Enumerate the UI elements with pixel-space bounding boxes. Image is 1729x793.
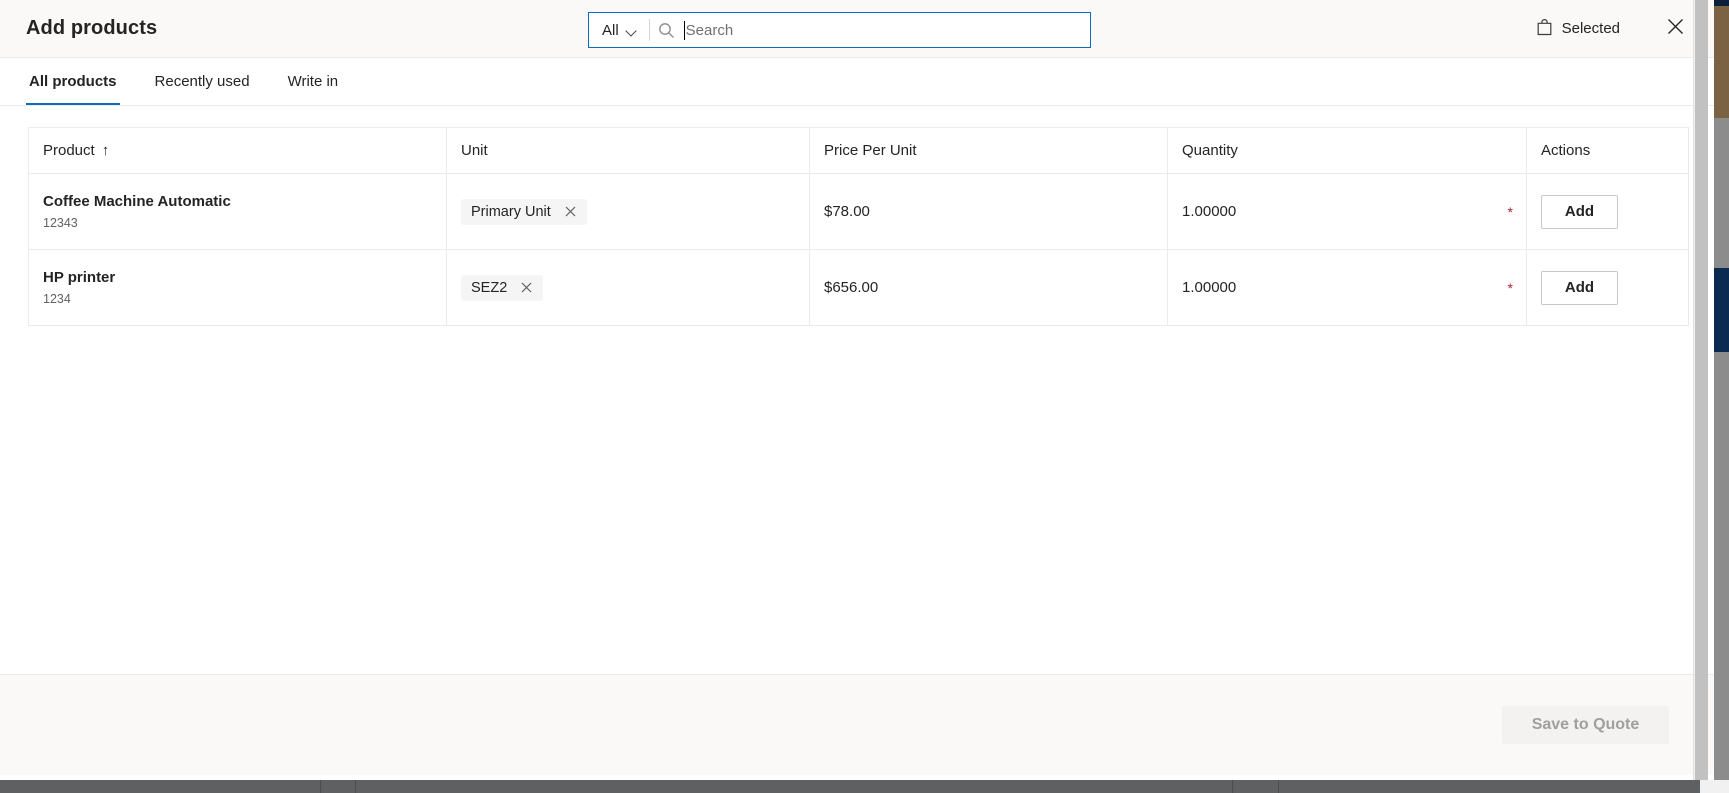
product-cell: HP printer 1234 [28,249,447,326]
selected-button-label: Selected [1561,20,1620,37]
chevron-down-icon [627,27,638,34]
add-button[interactable]: Add [1541,194,1618,229]
table-header-row: Product ↑ Unit Price Per Unit Quantity A… [28,127,1689,174]
column-header-actions: Actions [1526,127,1689,174]
quantity-value: 1.00000 [1182,279,1237,296]
column-header-product[interactable]: Product ↑ [28,127,447,174]
vertical-scrollbar[interactable] [1693,0,1708,781]
column-header-quantity[interactable]: Quantity [1167,127,1527,174]
price-value: $78.00 [824,203,870,220]
empty-content-area [0,326,1714,656]
close-icon [1666,17,1685,41]
price-cell: $78.00 [809,173,1168,250]
column-header-label: Unit [461,142,488,159]
actions-cell: Add [1527,250,1689,326]
products-table: Product ↑ Unit Price Per Unit Quantity A… [28,127,1689,326]
horizontal-scrollbar-thumb[interactable] [0,780,1700,793]
tab-label: Write in [287,73,339,90]
product-name: HP printer [43,268,116,286]
unit-cell: Primary Unit [446,173,810,250]
header-right-actions: Selected [1526,0,1714,57]
column-header-label: Actions [1541,142,1591,159]
horizontal-scrollbar[interactable] [0,780,1729,793]
price-value: $656.00 [824,279,879,296]
tab-all-products[interactable]: All products [26,58,120,105]
column-header-unit[interactable]: Unit [446,127,810,174]
save-to-quote-button[interactable]: Save to Quote [1502,706,1669,744]
product-code: 12343 [43,216,78,231]
dialog-footer: Save to Quote [0,674,1714,775]
tab-label: All products [29,73,117,90]
tab-write-in[interactable]: Write in [285,58,342,105]
selected-button[interactable]: Selected [1526,12,1630,46]
products-table-container: Product ↑ Unit Price Per Unit Quantity A… [0,106,1714,326]
unit-chip[interactable]: Primary Unit [461,198,587,225]
close-icon[interactable] [563,204,578,219]
table-row[interactable]: HP printer 1234 SEZ2 $656.00 1.00000 * A… [28,249,1689,326]
product-code: 1234 [43,292,71,307]
sort-ascending-icon: ↑ [101,142,110,159]
search-bar[interactable]: All [588,12,1091,48]
unit-chip-label: SEZ2 [471,279,508,296]
product-cell: Coffee Machine Automatic 12343 [28,173,447,250]
dialog-header: Add products All Search Selected [0,0,1714,58]
column-header-label: Price Per Unit [824,142,917,159]
unit-chip[interactable]: SEZ2 [461,274,544,301]
required-asterisk: * [1507,279,1513,296]
tab-list: All products Recently used Write in [0,58,1714,106]
quantity-value: 1.00000 [1182,203,1237,220]
vertical-scrollbar-thumb[interactable] [1695,0,1708,781]
search-scope-label: All [602,21,619,39]
product-name: Coffee Machine Automatic [43,192,231,210]
table-body: Coffee Machine Automatic 12343 Primary U… [28,173,1689,326]
tab-label: Recently used [154,73,250,90]
tab-recently-used[interactable]: Recently used [152,58,253,105]
search-icon [650,13,684,47]
required-asterisk: * [1507,203,1513,220]
table-header: Product ↑ Unit Price Per Unit Quantity A… [28,127,1689,174]
column-header-label: Quantity [1182,142,1238,159]
close-icon[interactable] [519,280,534,295]
search-input[interactable] [685,13,1090,47]
add-products-dialog: Add products All Search Selected All pro… [0,0,1714,781]
column-header-price-per-unit[interactable]: Price Per Unit [809,127,1168,174]
table-row[interactable]: Coffee Machine Automatic 12343 Primary U… [28,173,1689,250]
add-button[interactable]: Add [1541,270,1618,305]
unit-chip-label: Primary Unit [471,203,551,220]
unit-cell: SEZ2 [446,249,810,326]
actions-cell: Add [1526,173,1689,250]
quantity-cell[interactable]: 1.00000 * [1167,173,1527,250]
page-title: Add products [26,17,158,39]
column-header-label: Product [43,142,95,159]
close-button[interactable] [1652,9,1698,49]
quantity-cell[interactable]: 1.00000 * [1167,249,1527,326]
text-cursor [683,20,685,40]
price-cell: $656.00 [809,249,1168,326]
shopping-bag-icon [1536,18,1553,40]
search-scope-dropdown[interactable]: All [589,13,649,47]
